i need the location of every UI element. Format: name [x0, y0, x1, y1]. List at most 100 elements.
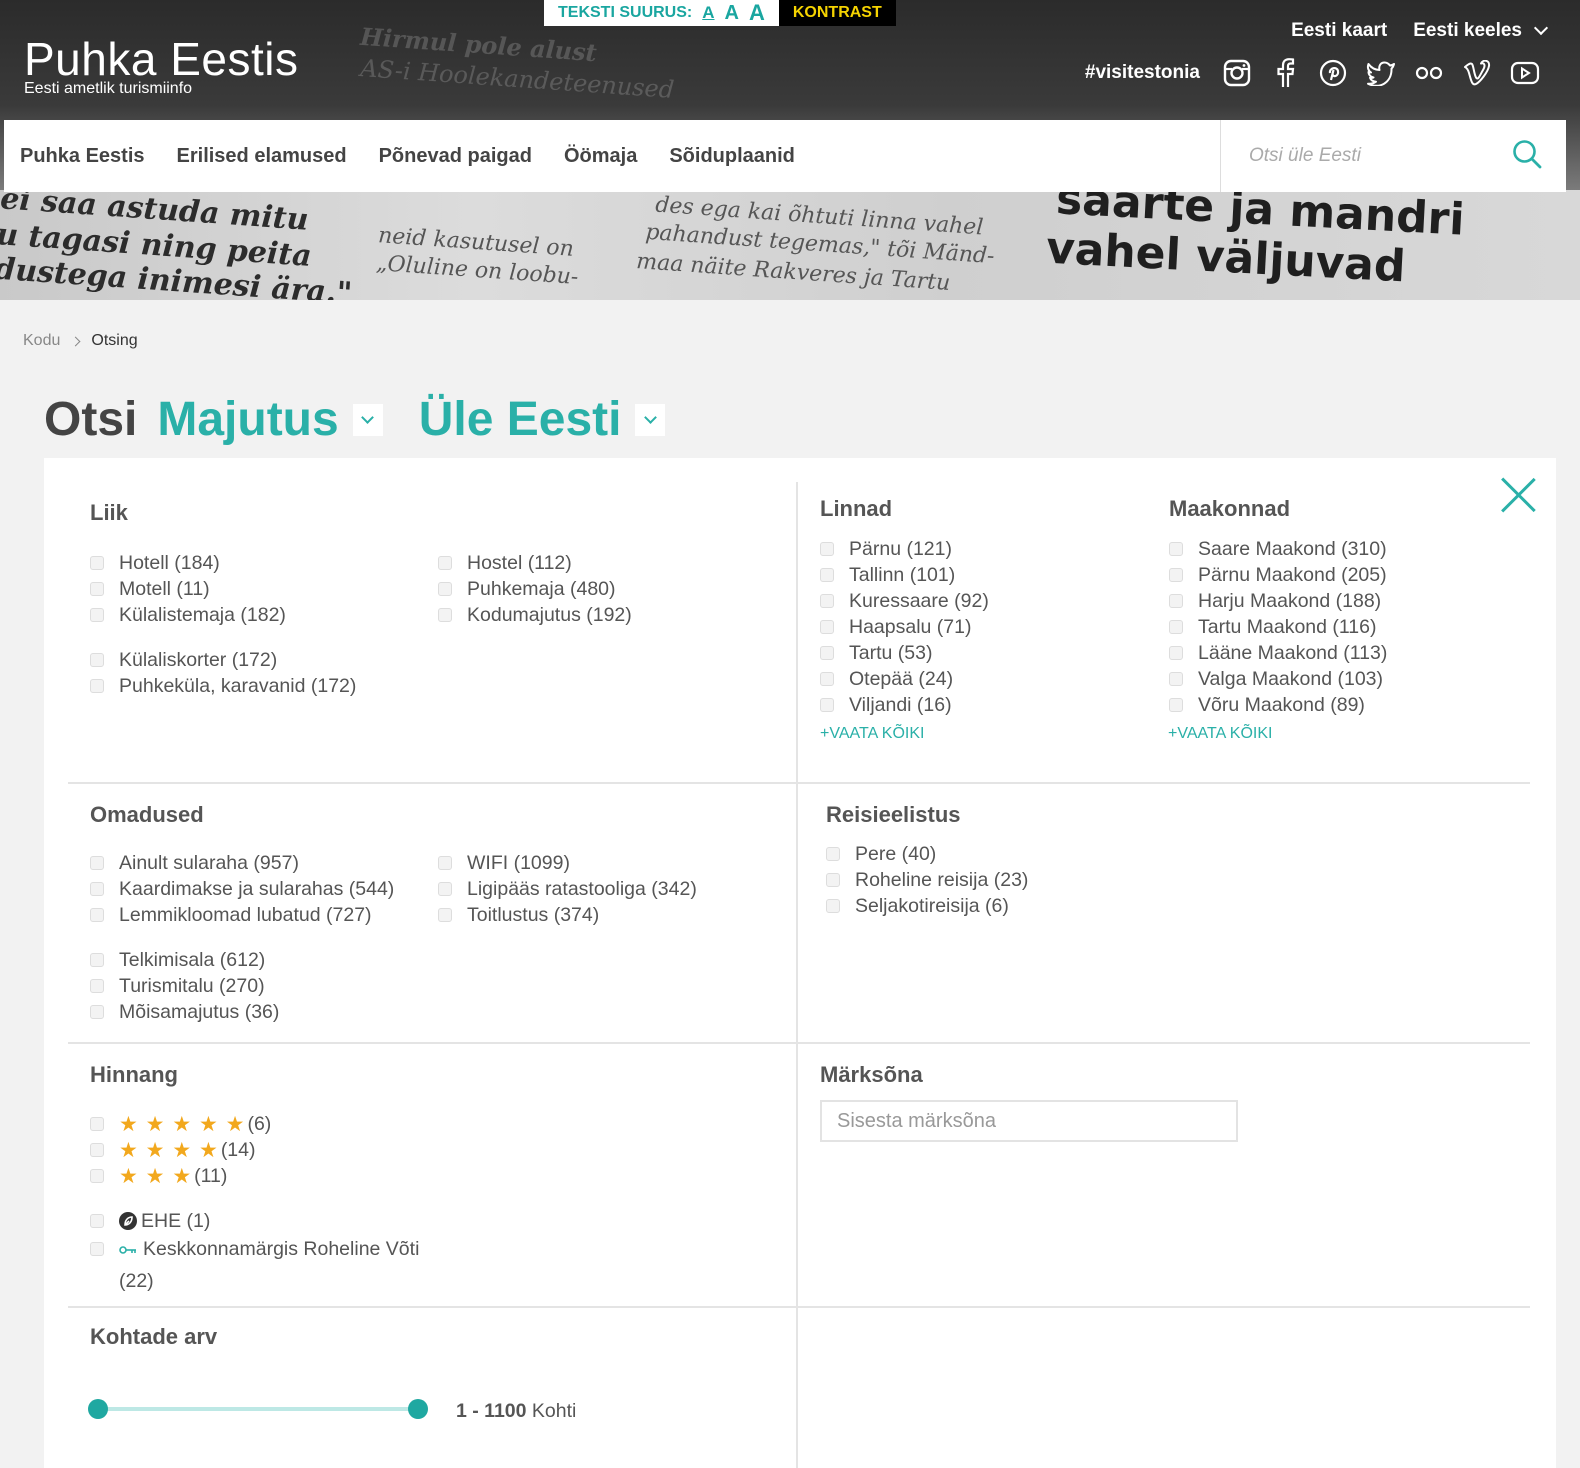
maakonnad-show-all-link[interactable]: +VAATA KÕIKI	[1168, 725, 1272, 743]
filter-option[interactable]: Pärnu (121)	[820, 536, 989, 562]
filter-option[interactable]: Külalistemaja (182)	[90, 602, 356, 628]
checkbox[interactable]	[90, 556, 104, 570]
checkbox[interactable]	[90, 582, 104, 596]
flickr-icon[interactable]	[1414, 58, 1444, 88]
checkbox[interactable]	[820, 620, 834, 634]
capacity-range-slider[interactable]	[88, 1398, 428, 1420]
keyword-input[interactable]	[820, 1100, 1238, 1142]
checkbox[interactable]	[1169, 672, 1183, 686]
filter-option[interactable]: Pere (40)	[826, 841, 1028, 867]
checkbox[interactable]	[90, 908, 104, 922]
filter-option[interactable]: Turismitalu (270)	[90, 973, 394, 999]
filter-option[interactable]: Toitlustus (374)	[438, 902, 697, 928]
linnad-show-all-link[interactable]: +VAATA KÕIKI	[820, 725, 924, 743]
checkbox[interactable]	[438, 882, 452, 896]
search-icon[interactable]	[1512, 139, 1542, 174]
filter-option[interactable]: Harju Maakond (188)	[1169, 588, 1387, 614]
region-selector-value[interactable]: Üle Eesti	[419, 392, 622, 447]
filter-option[interactable]: Lemmikloomad lubatud (727)	[90, 902, 394, 928]
text-size-medium-button[interactable]: A	[725, 2, 739, 25]
checkbox[interactable]	[438, 856, 452, 870]
filter-option[interactable]: Puhkemaja (480)	[438, 576, 632, 602]
checkbox[interactable]	[438, 608, 452, 622]
instagram-icon[interactable]	[1222, 58, 1252, 88]
contrast-button[interactable]: KONTRAST	[778, 0, 896, 26]
site-search-input[interactable]	[1249, 145, 1512, 167]
rating-option-4[interactable]: ★ ★ ★ ★ (14)	[90, 1137, 419, 1163]
checkbox[interactable]	[1169, 620, 1183, 634]
filter-option[interactable]: Kodumajutus (192)	[438, 602, 632, 628]
filter-option[interactable]: WIFI (1099)	[438, 850, 697, 876]
nav-item-ponevad-paigad[interactable]: Põnevad paigad	[379, 145, 532, 168]
estonia-map-link[interactable]: Eesti kaart	[1291, 20, 1387, 42]
checkbox[interactable]	[90, 1005, 104, 1019]
checkbox[interactable]	[438, 556, 452, 570]
language-selector[interactable]: Eesti keeles	[1413, 20, 1549, 42]
filter-option[interactable]: Viljandi (16)	[820, 692, 989, 718]
close-icon[interactable]	[1498, 474, 1538, 514]
category-dropdown-button[interactable]	[352, 403, 383, 436]
category-selector-value[interactable]: Majutus	[157, 392, 338, 447]
checkbox[interactable]	[90, 1242, 104, 1256]
nav-item-puhka-eestis[interactable]: Puhka Eestis	[20, 145, 145, 168]
filter-option[interactable]: Tartu (53)	[820, 640, 989, 666]
breadcrumb-home-link[interactable]: Kodu	[23, 332, 60, 350]
checkbox[interactable]	[826, 847, 840, 861]
filter-option[interactable]: Mõisamajutus (36)	[90, 999, 394, 1025]
green-key-option[interactable]: Keskkonnamärgis Roheline Võti	[90, 1236, 419, 1262]
filter-option[interactable]: Kaardimakse ja sularahas (544)	[90, 876, 394, 902]
checkbox[interactable]	[90, 1214, 104, 1228]
slider-handle-max[interactable]	[408, 1399, 428, 1419]
site-logo-title[interactable]: Puhka Eestis	[24, 32, 298, 86]
filter-option[interactable]: Tartu Maakond (116)	[1169, 614, 1387, 640]
checkbox[interactable]	[1169, 568, 1183, 582]
checkbox[interactable]	[438, 908, 452, 922]
ehe-option[interactable]: EHE (1)	[90, 1208, 419, 1234]
filter-option[interactable]: Hotell (184)	[90, 550, 356, 576]
checkbox[interactable]	[1169, 646, 1183, 660]
checkbox[interactable]	[438, 582, 452, 596]
checkbox[interactable]	[90, 953, 104, 967]
checkbox[interactable]	[90, 679, 104, 693]
filter-option[interactable]: Motell (11)	[90, 576, 356, 602]
nav-item-oomaja[interactable]: Öömaja	[564, 145, 637, 168]
checkbox[interactable]	[90, 979, 104, 993]
youtube-icon[interactable]	[1510, 58, 1540, 88]
checkbox[interactable]	[1169, 594, 1183, 608]
filter-option[interactable]: Puhkeküla, karavanid (172)	[90, 673, 356, 699]
checkbox[interactable]	[1169, 698, 1183, 712]
checkbox[interactable]	[90, 608, 104, 622]
filter-option[interactable]: Külaliskorter (172)	[90, 647, 356, 673]
nav-item-soiduplaanid[interactable]: Sõiduplaanid	[669, 145, 795, 168]
filter-option[interactable]: Tallinn (101)	[820, 562, 989, 588]
filter-option[interactable]: Valga Maakond (103)	[1169, 666, 1387, 692]
filter-option[interactable]: Ligipääs ratastooliga (342)	[438, 876, 697, 902]
checkbox[interactable]	[820, 672, 834, 686]
filter-option[interactable]: Seljakotireisija (6)	[826, 893, 1028, 919]
checkbox[interactable]	[90, 882, 104, 896]
filter-option[interactable]: Saare Maakond (310)	[1169, 536, 1387, 562]
checkbox[interactable]	[820, 646, 834, 660]
filter-option[interactable]: Telkimisala (612)	[90, 947, 394, 973]
checkbox[interactable]	[826, 873, 840, 887]
filter-option[interactable]: Pärnu Maakond (205)	[1169, 562, 1387, 588]
checkbox[interactable]	[826, 899, 840, 913]
checkbox[interactable]	[90, 653, 104, 667]
filter-option[interactable]: Hostel (112)	[438, 550, 632, 576]
region-dropdown-button[interactable]	[635, 403, 666, 436]
rating-option-3[interactable]: ★ ★ ★ (11)	[90, 1163, 419, 1189]
nav-item-erilised-elamused[interactable]: Erilised elamused	[177, 145, 347, 168]
checkbox[interactable]	[820, 542, 834, 556]
twitter-icon[interactable]	[1366, 58, 1396, 88]
checkbox[interactable]	[820, 594, 834, 608]
pinterest-icon[interactable]	[1318, 58, 1348, 88]
filter-option[interactable]: Kuressaare (92)	[820, 588, 989, 614]
checkbox[interactable]	[90, 1143, 104, 1157]
filter-option[interactable]: Roheline reisija (23)	[826, 867, 1028, 893]
filter-option[interactable]: Võru Maakond (89)	[1169, 692, 1387, 718]
slider-handle-min[interactable]	[88, 1399, 108, 1419]
checkbox[interactable]	[1169, 542, 1183, 556]
checkbox[interactable]	[90, 1169, 104, 1183]
filter-option[interactable]: Otepää (24)	[820, 666, 989, 692]
facebook-icon[interactable]	[1270, 58, 1300, 88]
